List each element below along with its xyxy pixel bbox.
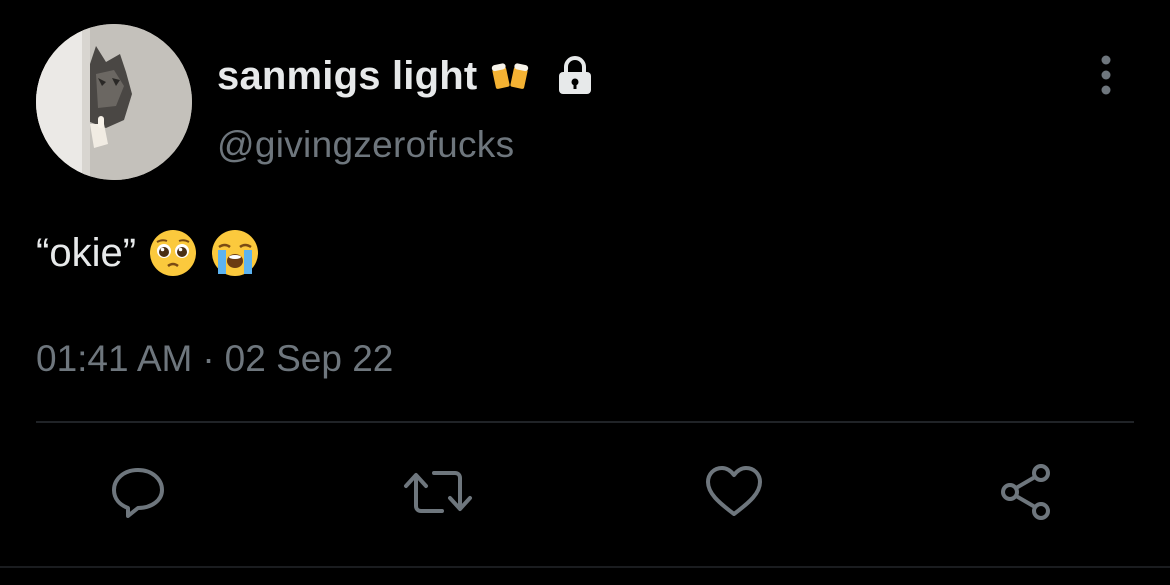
beer-mugs-emoji [491,56,531,96]
display-name[interactable]: sanmigs light [217,54,477,99]
tweet-text: “okie” [36,230,137,275]
loudly-crying-face-emoji [210,228,260,278]
share-icon [1001,464,1050,520]
reply-button[interactable] [108,462,168,522]
share-button[interactable] [998,462,1058,522]
more-vertical-icon[interactable] [1088,52,1124,98]
author-row: sanmigs light [217,48,597,104]
tweet-body: “okie” [36,228,260,278]
retweet-icon [404,471,472,513]
avatar[interactable] [36,24,192,180]
like-icon [706,466,762,516]
like-button[interactable] [704,462,764,522]
tweet-time: 01:41 AM [36,338,193,379]
retweet-button[interactable] [402,462,474,522]
author-handle[interactable]: @givingzerofucks [217,124,514,166]
timestamp-separator: · [202,338,215,379]
tweet-timestamp[interactable]: 01:41 AM · 02 Sep 22 [36,338,393,380]
bottom-divider [0,566,1170,568]
tweet-date: 02 Sep 22 [224,338,394,379]
tweet-card: sanmigs light @givingzerofucks “okie” 01… [0,0,1170,585]
divider [36,421,1134,423]
lock-icon [553,54,597,98]
pleading-face-emoji [148,228,198,278]
reply-icon [112,468,164,518]
